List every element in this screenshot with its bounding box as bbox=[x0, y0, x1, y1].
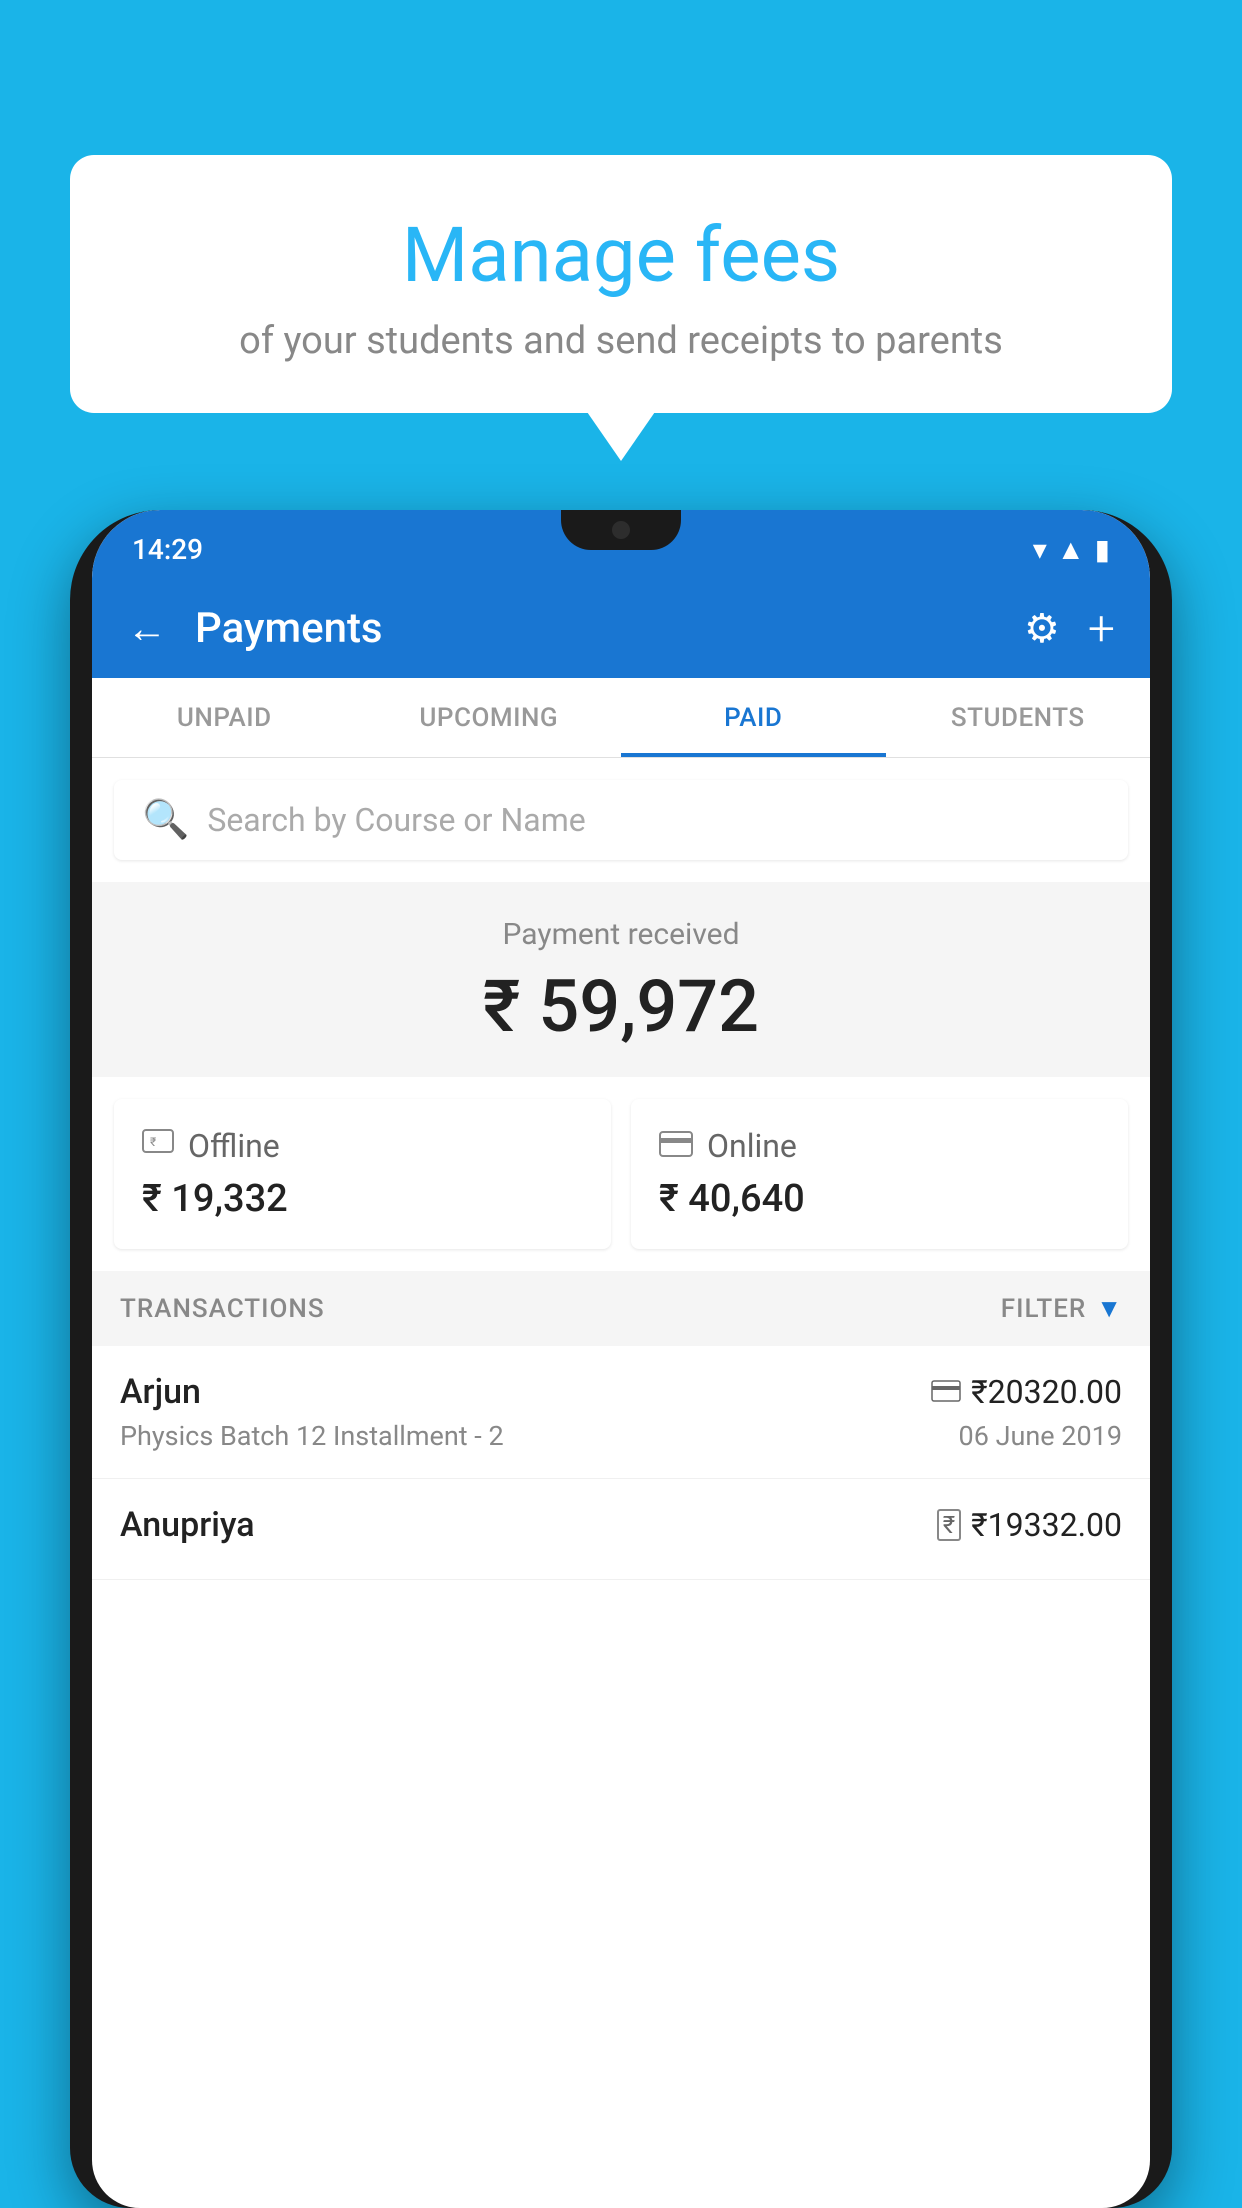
tab-paid[interactable]: PAID bbox=[621, 678, 886, 757]
filter-label: FILTER bbox=[1001, 1294, 1086, 1324]
offline-label: Offline bbox=[188, 1127, 280, 1165]
filter-container[interactable]: FILTER ▼ bbox=[1001, 1293, 1122, 1324]
back-button[interactable]: ← bbox=[127, 605, 167, 652]
search-placeholder: Search by Course or Name bbox=[207, 801, 585, 839]
app-header: ← Payments ⚙ + bbox=[92, 578, 1150, 678]
transaction-row-top: Arjun ₹20320.00 bbox=[120, 1372, 1122, 1412]
payment-received-section: Payment received ₹ 59,972 bbox=[92, 882, 1150, 1077]
transaction-row[interactable]: Anupriya ₹ ₹19332.00 bbox=[92, 1479, 1150, 1580]
speech-bubble-title: Manage fees bbox=[130, 210, 1112, 301]
speech-bubble-subtitle: of your students and send receipts to pa… bbox=[130, 319, 1112, 363]
transaction-amount-container: ₹ ₹19332.00 bbox=[937, 1506, 1122, 1544]
payment-received-label: Payment received bbox=[92, 917, 1150, 952]
svg-text:₹: ₹ bbox=[150, 1135, 156, 1149]
transaction-course: Physics Batch 12 Installment - 2 bbox=[120, 1420, 504, 1452]
tabs-bar: UNPAID UPCOMING PAID STUDENTS bbox=[92, 678, 1150, 758]
transaction-row[interactable]: Arjun ₹20320.00 bbox=[92, 1346, 1150, 1479]
online-amount: ₹ 40,640 bbox=[659, 1177, 1100, 1221]
status-icons: ▾ ▲ ▮ bbox=[1033, 533, 1110, 566]
phone-wrapper: 14:29 ▾ ▲ ▮ ← Payments ⚙ + bbox=[70, 510, 1172, 2208]
search-icon: 🔍 bbox=[142, 798, 189, 842]
transaction-row-bottom: Physics Batch 12 Installment - 2 06 June… bbox=[120, 1420, 1122, 1452]
transaction-amount-container: ₹20320.00 bbox=[931, 1373, 1122, 1411]
signal-icon: ▲ bbox=[1057, 533, 1085, 566]
transaction-date: 06 June 2019 bbox=[959, 1420, 1122, 1452]
transaction-row-top: Anupriya ₹ ₹19332.00 bbox=[120, 1505, 1122, 1545]
tab-students[interactable]: STUDENTS bbox=[886, 678, 1151, 757]
offline-card-header: ₹ Offline bbox=[142, 1127, 583, 1165]
offline-card: ₹ Offline ₹ 19,332 bbox=[114, 1099, 611, 1249]
phone-frame: 14:29 ▾ ▲ ▮ ← Payments ⚙ + bbox=[70, 510, 1172, 2208]
transactions-header: TRANSACTIONS FILTER ▼ bbox=[92, 1271, 1150, 1346]
scrollable-content: 🔍 Search by Course or Name Payment recei… bbox=[92, 758, 1150, 2208]
payment-amount: ₹ 59,972 bbox=[92, 964, 1150, 1049]
transaction-name: Arjun bbox=[120, 1372, 201, 1412]
transaction-amount: ₹19332.00 bbox=[971, 1506, 1122, 1544]
front-camera bbox=[610, 519, 632, 541]
online-label: Online bbox=[707, 1127, 797, 1165]
online-card-header: Online bbox=[659, 1127, 1100, 1165]
tab-upcoming[interactable]: UPCOMING bbox=[357, 678, 622, 757]
online-icon bbox=[659, 1127, 693, 1165]
status-time: 14:29 bbox=[132, 533, 203, 566]
search-bar[interactable]: 🔍 Search by Course or Name bbox=[114, 780, 1128, 860]
speech-bubble: Manage fees of your students and send re… bbox=[70, 155, 1172, 413]
add-button[interactable]: + bbox=[1088, 600, 1115, 657]
tab-unpaid[interactable]: UNPAID bbox=[92, 678, 357, 757]
wifi-icon: ▾ bbox=[1033, 533, 1047, 566]
transaction-amount: ₹20320.00 bbox=[971, 1373, 1122, 1411]
transactions-label: TRANSACTIONS bbox=[120, 1294, 325, 1324]
page-title: Payments bbox=[195, 604, 996, 653]
transaction-name: Anupriya bbox=[120, 1505, 255, 1545]
offline-amount: ₹ 19,332 bbox=[142, 1177, 583, 1221]
phone-inner: 14:29 ▾ ▲ ▮ ← Payments ⚙ + bbox=[92, 510, 1150, 2208]
speech-bubble-container: Manage fees of your students and send re… bbox=[70, 155, 1172, 413]
online-card: Online ₹ 40,640 bbox=[631, 1099, 1128, 1249]
payment-type-icon bbox=[931, 1376, 961, 1409]
notch bbox=[561, 510, 681, 550]
phone-screen: 14:29 ▾ ▲ ▮ ← Payments ⚙ + bbox=[92, 510, 1150, 2208]
cash-icon: ₹ bbox=[937, 1509, 961, 1541]
battery-icon: ▮ bbox=[1095, 533, 1110, 566]
settings-icon[interactable]: ⚙ bbox=[1024, 605, 1060, 652]
filter-icon: ▼ bbox=[1096, 1293, 1122, 1324]
offline-icon: ₹ bbox=[142, 1127, 174, 1165]
payment-cards: ₹ Offline ₹ 19,332 bbox=[114, 1099, 1128, 1249]
